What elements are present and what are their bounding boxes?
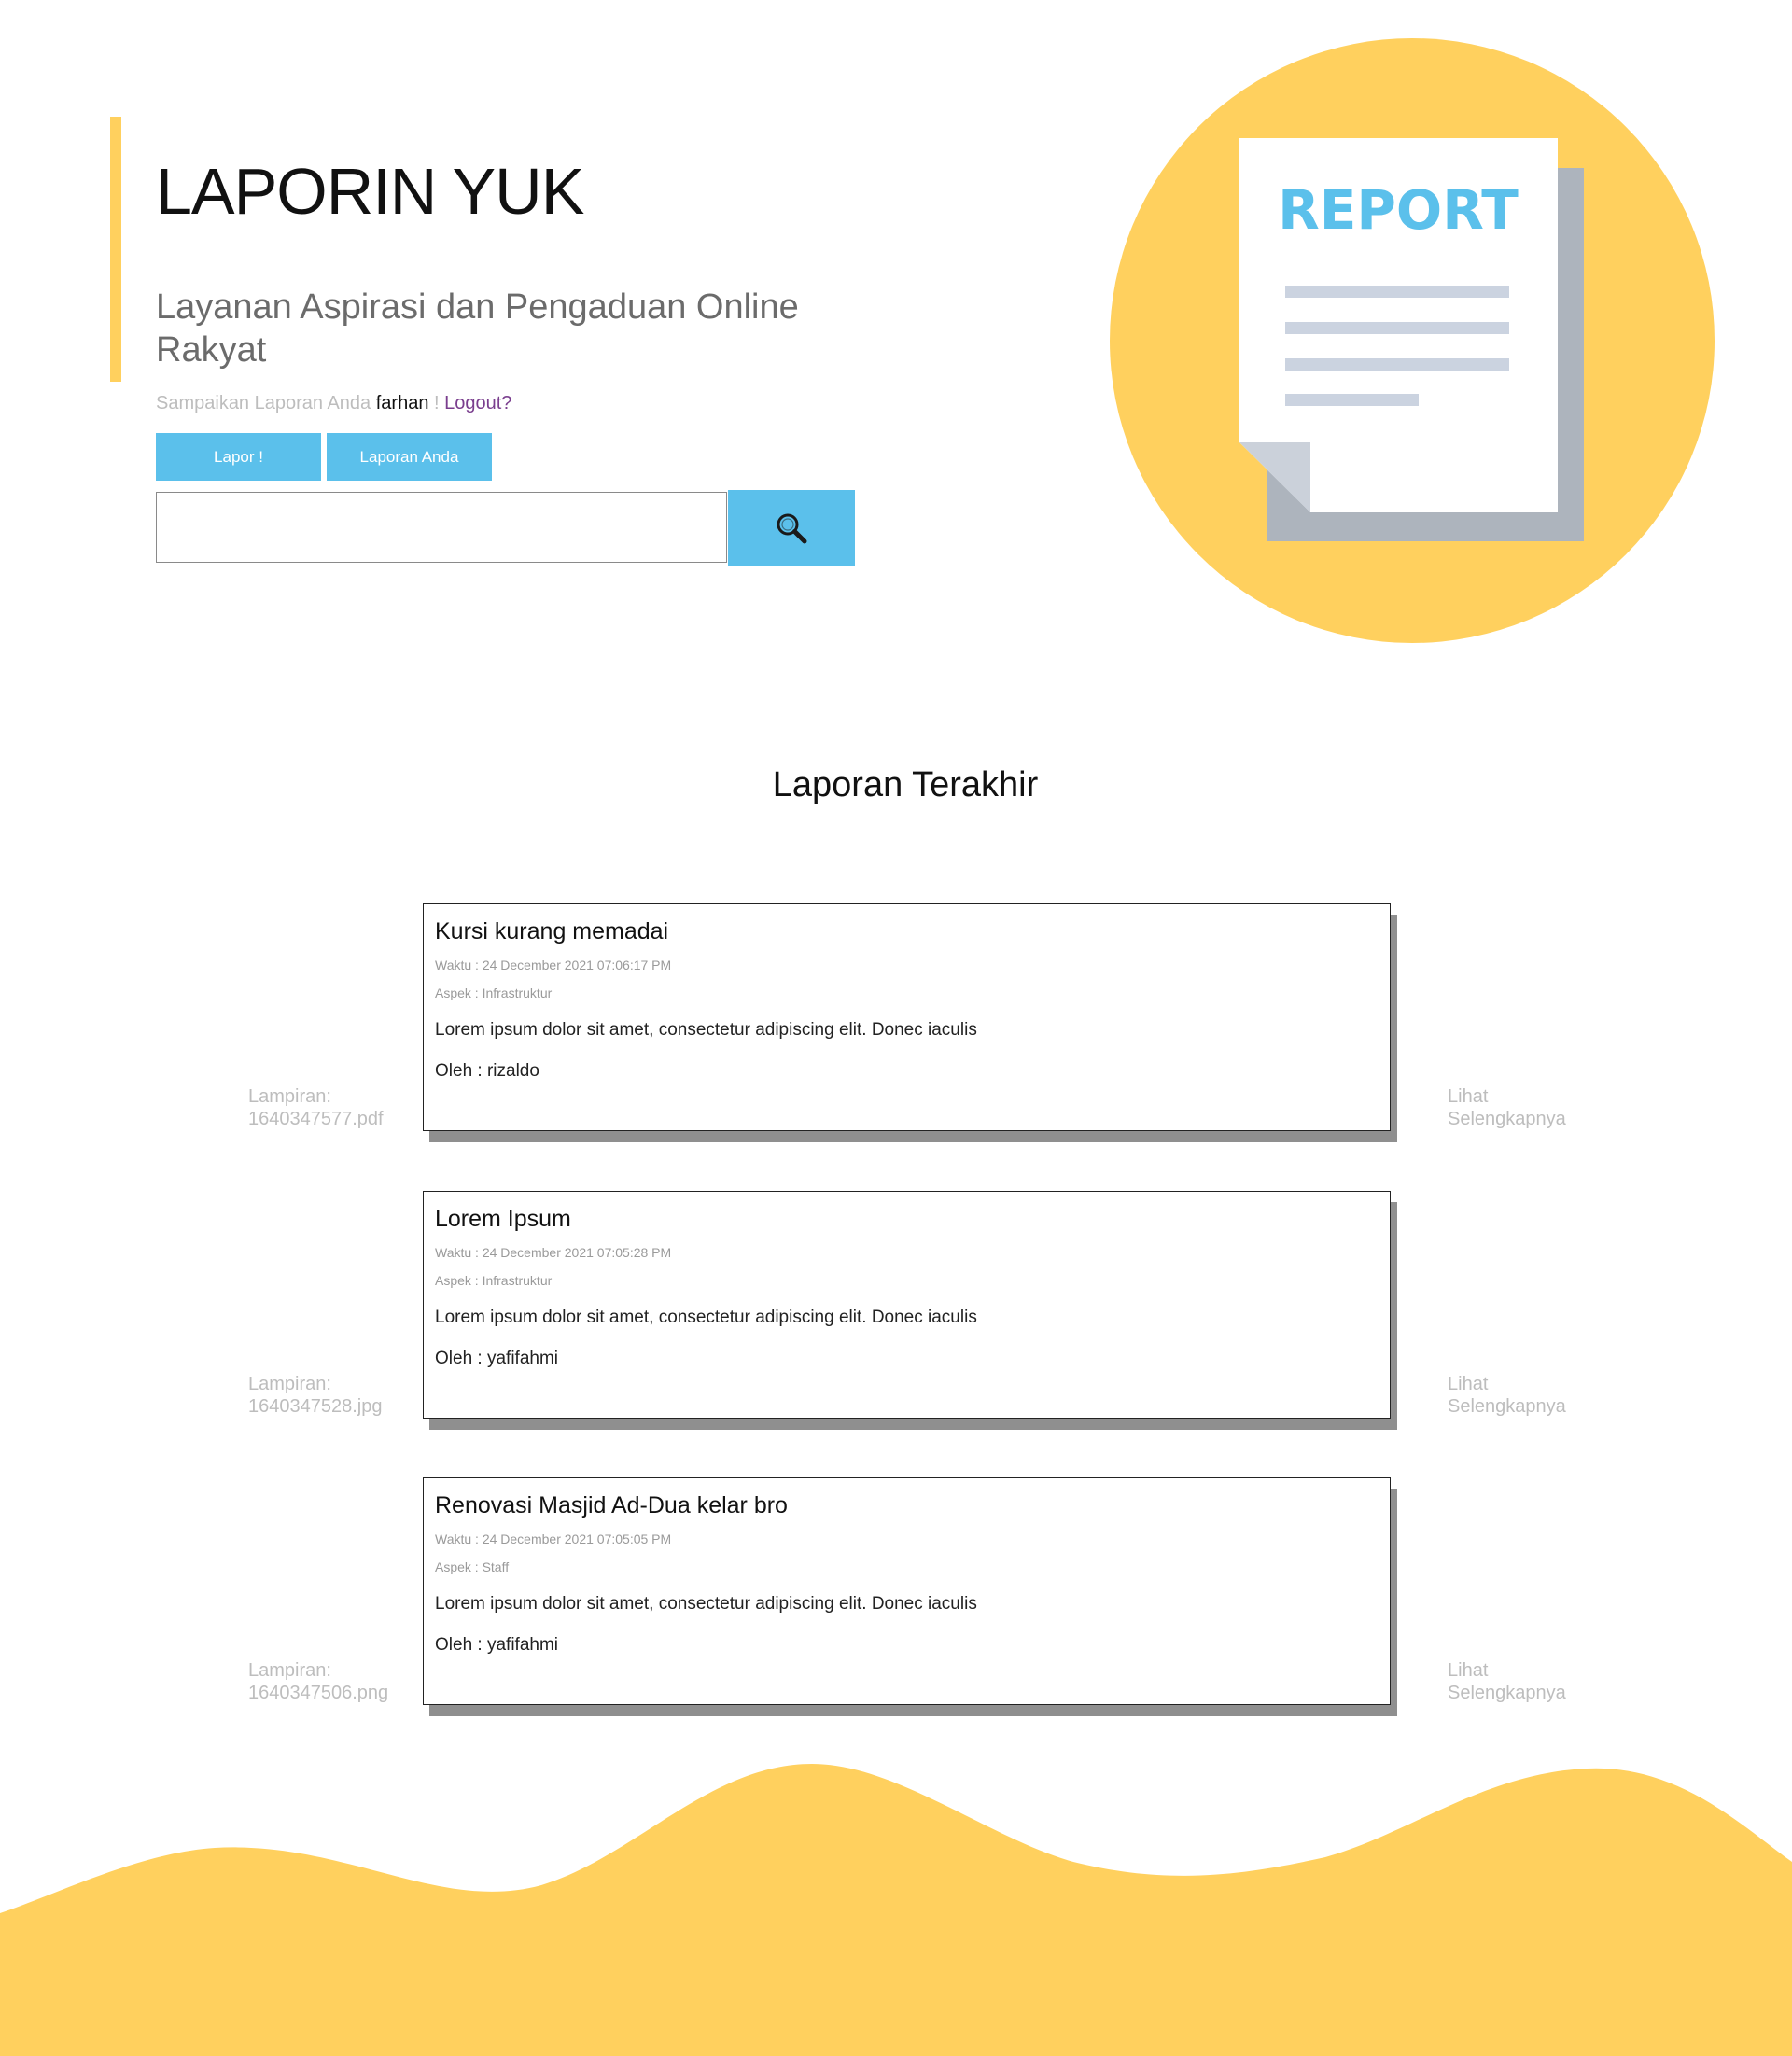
report-body: Lorem ipsum dolor sit amet, consectetur …: [435, 1594, 977, 1614]
attachment-filename: 1640347577.pdf: [248, 1109, 384, 1129]
footer-wave-shape: [0, 1764, 1792, 2056]
report-row: Lampiran: 1640347506.png Renovasi Masjid…: [0, 1477, 1792, 1715]
page-title: LAPORIN YUK: [156, 155, 584, 228]
greeting-prefix: Sampaikan Laporan Anda: [156, 393, 376, 413]
illustration-report-text: REPORT: [1278, 178, 1519, 242]
see-more-line-2: Selengkapnya: [1448, 1683, 1566, 1703]
greeting-separator: !: [428, 393, 445, 413]
report-time: Waktu : 24 December 2021 07:06:17 PM: [435, 958, 672, 972]
see-more-line-1: Lihat: [1448, 1374, 1489, 1394]
attachment-link[interactable]: Lampiran: 1640347577.pdf: [248, 1085, 384, 1130]
see-more-line-1: Lihat: [1448, 1086, 1489, 1107]
report-button[interactable]: Lapor !: [156, 433, 321, 481]
report-author: Oleh : yafifahmi: [435, 1349, 558, 1368]
attachment-link[interactable]: Lampiran: 1640347506.png: [248, 1659, 388, 1704]
report-row: Lampiran: 1640347577.pdf Kursi kurang me…: [0, 903, 1792, 1141]
report-illustration: REPORT: [1110, 38, 1715, 643]
report-body: Lorem ipsum dolor sit amet, consectetur …: [435, 1020, 977, 1040]
greeting: Sampaikan Laporan Anda farhan ! Logout?: [156, 393, 511, 414]
attachment-link[interactable]: Lampiran: 1640347528.jpg: [248, 1373, 382, 1418]
report-title: Renovasi Masjid Ad-Dua kelar bro: [435, 1492, 788, 1518]
see-more-line-2: Selengkapnya: [1448, 1109, 1566, 1129]
report-row: Lampiran: 1640347528.jpg Lorem Ipsum Wak…: [0, 1191, 1792, 1429]
search-input[interactable]: [156, 492, 727, 563]
report-time: Waktu : 24 December 2021 07:05:05 PM: [435, 1532, 672, 1546]
report-title: Kursi kurang memadai: [435, 918, 669, 944]
report-aspect: Aspek : Infrastruktur: [435, 1273, 553, 1288]
page-root: LAPORIN YUK Layanan Aspirasi dan Pengadu…: [0, 0, 1792, 2056]
see-more-link[interactable]: Lihat Selengkapnya: [1448, 1085, 1566, 1130]
report-author: Oleh : rizaldo: [435, 1061, 539, 1081]
see-more-line-2: Selengkapnya: [1448, 1396, 1566, 1417]
report-time: Waktu : 24 December 2021 07:05:28 PM: [435, 1245, 672, 1260]
attachment-filename: 1640347506.png: [248, 1683, 389, 1703]
see-more-link[interactable]: Lihat Selengkapnya: [1448, 1373, 1566, 1418]
illustration-line-2: [1285, 322, 1509, 334]
footer-wave: [0, 1764, 1792, 2056]
latest-reports-title: Laporan Terakhir: [772, 765, 1039, 804]
attachment-filename: 1640347528.jpg: [248, 1396, 383, 1417]
illustration-line-3: [1285, 358, 1509, 371]
username: farhan: [375, 393, 429, 413]
report-body: Lorem ipsum dolor sit amet, consectetur …: [435, 1308, 977, 1327]
search-icon: [777, 513, 807, 543]
report-card[interactable]: Lorem Ipsum Waktu : 24 December 2021 07:…: [423, 1191, 1391, 1419]
see-more-link[interactable]: Lihat Selengkapnya: [1448, 1659, 1566, 1704]
illustration-line-1: [1285, 286, 1509, 298]
report-title: Lorem Ipsum: [435, 1206, 571, 1232]
attachment-label: Lampiran:: [248, 1660, 331, 1681]
report-aspect: Aspek : Staff: [435, 1559, 510, 1574]
attachment-label: Lampiran:: [248, 1086, 331, 1107]
report-aspect: Aspek : Infrastruktur: [435, 986, 553, 1000]
see-more-line-1: Lihat: [1448, 1660, 1489, 1681]
logout-link[interactable]: Logout?: [444, 393, 511, 413]
search-button[interactable]: [728, 490, 855, 566]
hero-accent-bar: [110, 117, 121, 382]
report-card[interactable]: Renovasi Masjid Ad-Dua kelar bro Waktu :…: [423, 1477, 1391, 1705]
report-card[interactable]: Kursi kurang memadai Waktu : 24 December…: [423, 903, 1391, 1131]
attachment-label: Lampiran:: [248, 1374, 331, 1394]
report-author: Oleh : yafifahmi: [435, 1635, 558, 1655]
illustration-line-4: [1285, 394, 1419, 406]
page-subtitle: Layanan Aspirasi dan Pengaduan Online Ra…: [156, 287, 799, 370]
my-reports-button[interactable]: Laporan Anda: [327, 433, 492, 481]
